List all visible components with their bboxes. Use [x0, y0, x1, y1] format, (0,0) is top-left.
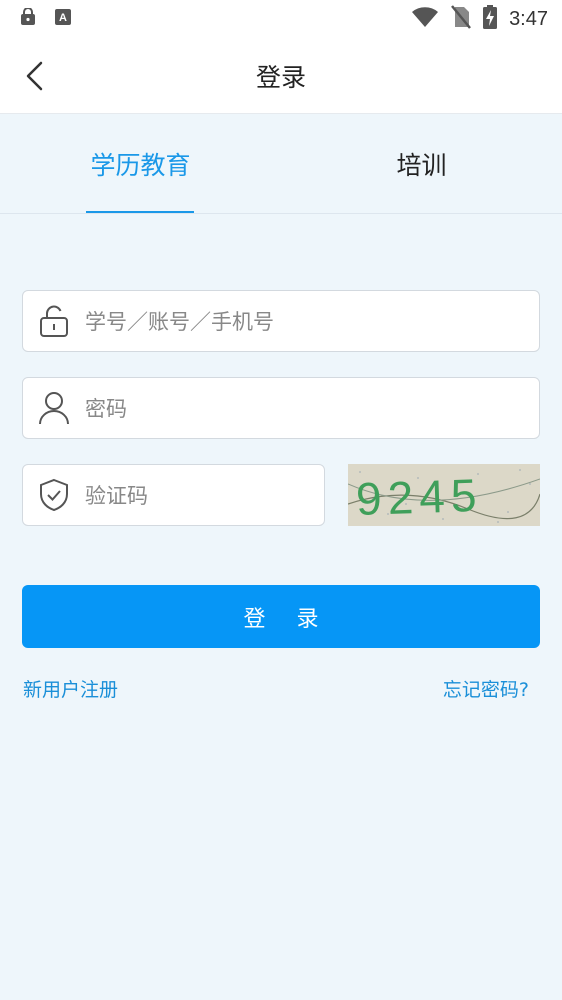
tab-bar: 学历教育 培训 [0, 114, 562, 214]
battery-charging-icon [483, 5, 498, 33]
password-placeholder: 密码 [85, 397, 127, 421]
svg-text:A: A [59, 12, 67, 24]
captcha-input[interactable]: 验证码 [22, 464, 325, 526]
captcha-placeholder: 验证码 [85, 484, 148, 508]
user-icon [23, 378, 85, 438]
chevron-left-icon [26, 61, 43, 91]
tab-training[interactable]: 培训 [281, 114, 562, 213]
wifi-icon [411, 6, 439, 32]
page-title: 登录 [255, 62, 306, 92]
login-button[interactable]: 登 录 [22, 585, 540, 648]
captcha-image[interactable]: 9245 [348, 464, 540, 526]
tab-academic-education[interactable]: 学历教育 [0, 114, 281, 213]
status-bar: A 3:47 [0, 0, 562, 38]
forgot-password-link[interactable]: 忘记密码? [443, 675, 529, 702]
account-placeholder: 学号／账号／手机号 [85, 310, 274, 334]
status-time: 3:47 [509, 7, 548, 30]
keyboard-notification-icon: A [54, 8, 72, 30]
no-sim-icon [451, 5, 472, 33]
captcha-text: 9245 [355, 469, 483, 525]
lock-notification-icon [20, 7, 36, 30]
app-bar: 登录 [0, 38, 562, 114]
register-link[interactable]: 新用户注册 [23, 675, 118, 702]
account-input[interactable]: 学号／账号／手机号 [22, 290, 540, 352]
shield-check-icon [23, 465, 85, 525]
back-button[interactable] [20, 58, 48, 94]
unlock-icon [23, 291, 85, 351]
password-input[interactable]: 密码 [22, 377, 540, 439]
